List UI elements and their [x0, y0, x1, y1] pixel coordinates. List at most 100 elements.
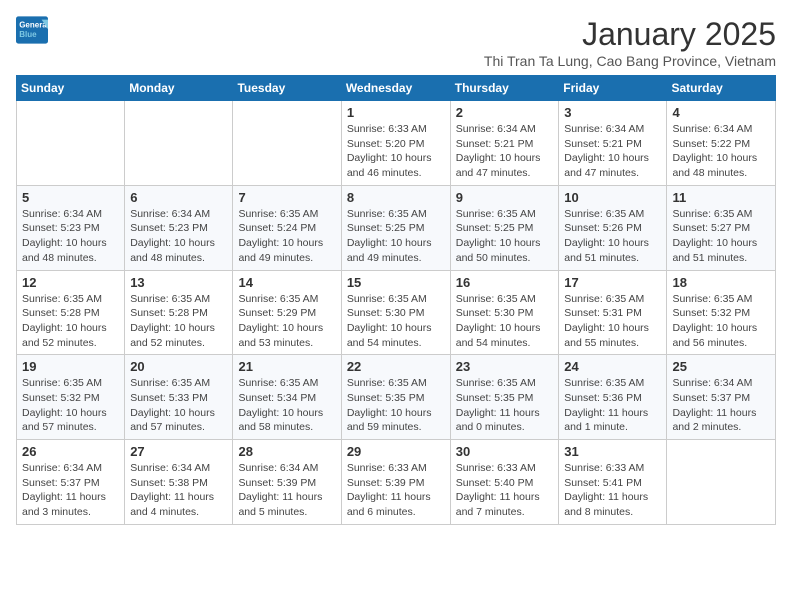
calendar-week-row: 19 Sunrise: 6:35 AM Sunset: 5:32 PM Dayli…	[17, 355, 776, 440]
day-number: 4	[672, 105, 770, 120]
calendar-cell	[233, 101, 341, 186]
day-number: 30	[456, 444, 554, 459]
calendar-cell: 21 Sunrise: 6:35 AM Sunset: 5:34 PM Dayli…	[233, 355, 341, 440]
day-info: Sunrise: 6:35 AM Sunset: 5:35 PM Dayligh…	[347, 376, 445, 435]
day-number: 17	[564, 275, 661, 290]
calendar-cell: 31 Sunrise: 6:33 AM Sunset: 5:41 PM Dayli…	[559, 440, 667, 525]
calendar-cell: 13Sunrise: 6:35 AM Sunset: 5:28 PM Dayli…	[125, 270, 233, 355]
calendar-cell: 23 Sunrise: 6:35 AM Sunset: 5:35 PM Dayli…	[450, 355, 559, 440]
weekday-header: Saturday	[667, 76, 776, 101]
day-number: 31	[564, 444, 661, 459]
day-info: Sunrise: 6:34 AM Sunset: 5:39 PM Dayligh…	[238, 461, 335, 520]
day-info: Sunrise: 6:34 AM Sunset: 5:23 PM Dayligh…	[22, 207, 119, 266]
day-number: 14	[238, 275, 335, 290]
calendar-cell: 22 Sunrise: 6:35 AM Sunset: 5:35 PM Dayli…	[341, 355, 450, 440]
day-info: Sunrise: 6:35 AM Sunset: 5:25 PM Dayligh…	[347, 207, 445, 266]
day-number: 29	[347, 444, 445, 459]
calendar-cell: 7 Sunrise: 6:35 AM Sunset: 5:24 PM Daylig…	[233, 185, 341, 270]
weekday-header: Thursday	[450, 76, 559, 101]
day-number: 6	[130, 190, 227, 205]
calendar-cell: 16Sunrise: 6:35 AM Sunset: 5:30 PM Dayli…	[450, 270, 559, 355]
day-info: Sunrise: 6:33 AM Sunset: 5:39 PM Dayligh…	[347, 461, 445, 520]
day-info: Sunrise: 6:35 AM Sunset: 5:30 PM Dayligh…	[347, 292, 445, 351]
calendar-week-row: 26Sunrise: 6:34 AM Sunset: 5:37 PM Dayli…	[17, 440, 776, 525]
calendar-table: SundayMondayTuesdayWednesdayThursdayFrid…	[16, 75, 776, 525]
day-number: 18	[672, 275, 770, 290]
day-info: Sunrise: 6:35 AM Sunset: 5:24 PM Dayligh…	[238, 207, 335, 266]
calendar-cell: 9Sunrise: 6:35 AM Sunset: 5:25 PM Daylig…	[450, 185, 559, 270]
day-info: Sunrise: 6:33 AM Sunset: 5:40 PM Dayligh…	[456, 461, 554, 520]
calendar-cell: 12 Sunrise: 6:35 AM Sunset: 5:28 PM Dayli…	[17, 270, 125, 355]
day-number: 27	[130, 444, 227, 459]
calendar-week-row: 12 Sunrise: 6:35 AM Sunset: 5:28 PM Dayli…	[17, 270, 776, 355]
day-number: 15	[347, 275, 445, 290]
calendar-cell: 19 Sunrise: 6:35 AM Sunset: 5:32 PM Dayli…	[17, 355, 125, 440]
calendar-title: January 2025	[484, 16, 776, 53]
day-info: Sunrise: 6:35 AM Sunset: 5:32 PM Dayligh…	[22, 376, 119, 435]
day-number: 7	[238, 190, 335, 205]
day-number: 26	[22, 444, 119, 459]
day-info: Sunrise: 6:35 AM Sunset: 5:32 PM Dayligh…	[672, 292, 770, 351]
calendar-cell: 14 Sunrise: 6:35 AM Sunset: 5:29 PM Dayli…	[233, 270, 341, 355]
day-number: 13	[130, 275, 227, 290]
page-header: General Blue January 2025 Thi Tran Ta Lu…	[16, 16, 776, 69]
svg-text:Blue: Blue	[19, 30, 37, 39]
day-number: 21	[238, 359, 335, 374]
calendar-cell: 2 Sunrise: 6:34 AM Sunset: 5:21 PM Daylig…	[450, 101, 559, 186]
calendar-cell	[667, 440, 776, 525]
calendar-cell: 17 Sunrise: 6:35 AM Sunset: 5:31 PM Dayli…	[559, 270, 667, 355]
day-number: 25	[672, 359, 770, 374]
day-number: 23	[456, 359, 554, 374]
calendar-cell: 11 Sunrise: 6:35 AM Sunset: 5:27 PM Dayli…	[667, 185, 776, 270]
weekday-header: Monday	[125, 76, 233, 101]
calendar-cell	[125, 101, 233, 186]
logo-icon: General Blue	[16, 16, 48, 44]
weekday-header-row: SundayMondayTuesdayWednesdayThursdayFrid…	[17, 76, 776, 101]
day-number: 1	[347, 105, 445, 120]
day-number: 24	[564, 359, 661, 374]
calendar-cell: 5Sunrise: 6:34 AM Sunset: 5:23 PM Daylig…	[17, 185, 125, 270]
day-info: Sunrise: 6:35 AM Sunset: 5:29 PM Dayligh…	[238, 292, 335, 351]
calendar-cell: 29 Sunrise: 6:33 AM Sunset: 5:39 PM Dayli…	[341, 440, 450, 525]
calendar-cell: 3 Sunrise: 6:34 AM Sunset: 5:21 PM Daylig…	[559, 101, 667, 186]
day-number: 12	[22, 275, 119, 290]
calendar-cell: 6 Sunrise: 6:34 AM Sunset: 5:23 PM Daylig…	[125, 185, 233, 270]
day-number: 22	[347, 359, 445, 374]
logo: General Blue	[16, 16, 48, 44]
calendar-cell: 1Sunrise: 6:33 AM Sunset: 5:20 PM Daylig…	[341, 101, 450, 186]
day-number: 28	[238, 444, 335, 459]
day-info: Sunrise: 6:34 AM Sunset: 5:23 PM Dayligh…	[130, 207, 227, 266]
day-info: Sunrise: 6:35 AM Sunset: 5:28 PM Dayligh…	[22, 292, 119, 351]
day-info: Sunrise: 6:33 AM Sunset: 5:41 PM Dayligh…	[564, 461, 661, 520]
day-number: 8	[347, 190, 445, 205]
day-info: Sunrise: 6:35 AM Sunset: 5:31 PM Dayligh…	[564, 292, 661, 351]
day-number: 20	[130, 359, 227, 374]
calendar-cell: 30 Sunrise: 6:33 AM Sunset: 5:40 PM Dayli…	[450, 440, 559, 525]
day-number: 3	[564, 105, 661, 120]
calendar-cell: 20 Sunrise: 6:35 AM Sunset: 5:33 PM Dayli…	[125, 355, 233, 440]
calendar-week-row: 1Sunrise: 6:33 AM Sunset: 5:20 PM Daylig…	[17, 101, 776, 186]
day-info: Sunrise: 6:35 AM Sunset: 5:34 PM Dayligh…	[238, 376, 335, 435]
calendar-week-row: 5Sunrise: 6:34 AM Sunset: 5:23 PM Daylig…	[17, 185, 776, 270]
day-number: 2	[456, 105, 554, 120]
day-info: Sunrise: 6:34 AM Sunset: 5:21 PM Dayligh…	[564, 122, 661, 181]
day-info: Sunrise: 6:35 AM Sunset: 5:26 PM Dayligh…	[564, 207, 661, 266]
calendar-cell: 26Sunrise: 6:34 AM Sunset: 5:37 PM Dayli…	[17, 440, 125, 525]
calendar-cell: 15 Sunrise: 6:35 AM Sunset: 5:30 PM Dayli…	[341, 270, 450, 355]
calendar-subtitle: Thi Tran Ta Lung, Cao Bang Province, Vie…	[484, 53, 776, 69]
day-number: 19	[22, 359, 119, 374]
weekday-header: Sunday	[17, 76, 125, 101]
calendar-cell: 28 Sunrise: 6:34 AM Sunset: 5:39 PM Dayli…	[233, 440, 341, 525]
day-info: Sunrise: 6:35 AM Sunset: 5:33 PM Dayligh…	[130, 376, 227, 435]
day-number: 11	[672, 190, 770, 205]
day-info: Sunrise: 6:35 AM Sunset: 5:35 PM Dayligh…	[456, 376, 554, 435]
calendar-cell: 18 Sunrise: 6:35 AM Sunset: 5:32 PM Dayli…	[667, 270, 776, 355]
calendar-cell: 27 Sunrise: 6:34 AM Sunset: 5:38 PM Dayli…	[125, 440, 233, 525]
calendar-cell	[17, 101, 125, 186]
day-info: Sunrise: 6:34 AM Sunset: 5:22 PM Dayligh…	[672, 122, 770, 181]
weekday-header: Tuesday	[233, 76, 341, 101]
day-info: Sunrise: 6:34 AM Sunset: 5:21 PM Dayligh…	[456, 122, 554, 181]
day-info: Sunrise: 6:35 AM Sunset: 5:27 PM Dayligh…	[672, 207, 770, 266]
day-info: Sunrise: 6:34 AM Sunset: 5:38 PM Dayligh…	[130, 461, 227, 520]
day-info: Sunrise: 6:35 AM Sunset: 5:36 PM Dayligh…	[564, 376, 661, 435]
